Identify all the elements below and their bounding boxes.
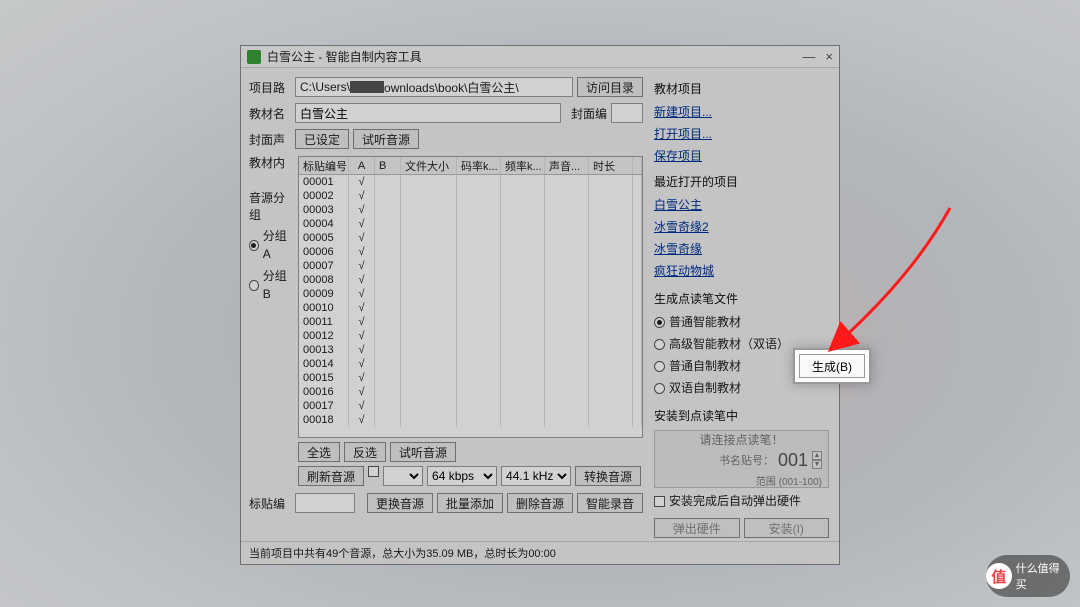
convert-audio-button[interactable]: 转换音源	[575, 466, 641, 486]
radio-off-icon	[249, 280, 259, 291]
table-row[interactable]: 00013√	[299, 343, 642, 357]
preview-audio-button[interactable]: 试听音源	[390, 442, 456, 462]
generate-button-highlight: 生成(B)	[793, 348, 871, 384]
table-row[interactable]: 00005√	[299, 231, 642, 245]
cover-edit-input[interactable]	[611, 103, 643, 123]
table-header: 标贴编号 A B 文件大小 码率k... 频率k... 声音... 时长	[299, 157, 642, 175]
save-project-link[interactable]: 保存项目	[654, 147, 829, 165]
table-body[interactable]: 00001√00002√00003√00004√00005√00006√0000…	[299, 175, 642, 437]
freq-select[interactable]: 44.1 kHz	[501, 466, 571, 486]
table-row[interactable]: 00012√	[299, 329, 642, 343]
generate-section-title: 生成点读笔文件	[654, 290, 829, 307]
window-title: 白雪公主 - 智能自制内容工具	[267, 48, 422, 65]
table-row[interactable]: 00002√	[299, 189, 642, 203]
replace-audio-button[interactable]: 更换音源	[367, 493, 433, 513]
cover-set-button[interactable]: 已设定	[295, 129, 349, 149]
recent-item[interactable]: 冰雪奇缘	[654, 240, 829, 258]
install-section-title: 安装到点读笔中	[654, 407, 829, 424]
refresh-audio-button[interactable]: 刷新音源	[298, 466, 364, 486]
connect-hint: 请连接点读笔！	[661, 431, 822, 448]
cover-preview-button[interactable]: 试听音源	[353, 129, 419, 149]
sticker-input[interactable]	[295, 493, 355, 513]
new-project-link[interactable]: 新建项目...	[654, 103, 829, 121]
recent-item[interactable]: 冰雪奇缘2	[654, 218, 829, 236]
sticker-label: 标贴编	[249, 495, 291, 512]
status-bar: 当前项目中共有49个音源，总大小为35.09 MB，总时长为00:00	[241, 541, 839, 564]
audio-group-label: 音源分组	[249, 189, 290, 223]
name-input[interactable]	[295, 103, 561, 123]
left-pane: 项目路 C:\Users\ownloads\book\白雪公主\ 访问目录 教材…	[241, 68, 647, 541]
delete-audio-button[interactable]: 删除音源	[507, 493, 573, 513]
table-row[interactable]: 00011√	[299, 315, 642, 329]
book-sticker-label: 书名贴号：	[719, 452, 774, 468]
cover-edit-label: 封面编	[571, 105, 607, 122]
table-row[interactable]: 00003√	[299, 203, 642, 217]
group-a-radio[interactable]: 分组A	[249, 227, 290, 263]
convert-mode-select[interactable]	[383, 466, 423, 486]
table-row[interactable]: 00015√	[299, 371, 642, 385]
audio-table: 标贴编号 A B 文件大小 码率k... 频率k... 声音... 时长 000…	[298, 156, 643, 438]
titlebar: 白雪公主 - 智能自制内容工具 — ×	[241, 46, 839, 68]
batch-add-button[interactable]: 批量添加	[437, 493, 503, 513]
path-label: 项目路	[249, 79, 291, 96]
masked-user	[350, 81, 384, 93]
convert-checkbox[interactable]	[368, 466, 379, 477]
app-window: 白雪公主 - 智能自制内容工具 — × 项目路 C:\Users\ownload…	[240, 45, 840, 565]
cover-sound-label: 封面声	[249, 131, 291, 148]
recent-item[interactable]: 疯狂动物城	[654, 262, 829, 280]
bitrate-select[interactable]: 64 kbps	[427, 466, 497, 486]
recent-section-title: 最近打开的项目	[654, 173, 829, 190]
table-row[interactable]: 00018√	[299, 413, 642, 427]
gen-option-0[interactable]: 普通智能教材	[654, 313, 829, 331]
table-row[interactable]: 00001√	[299, 175, 642, 189]
browse-button[interactable]: 访问目录	[577, 77, 643, 97]
minimize-button[interactable]: —	[802, 49, 815, 64]
watermark: 值 什么值得买	[986, 555, 1070, 597]
right-pane: 教材项目 新建项目... 打开项目... 保存项目 最近打开的项目 白雪公主 冰…	[647, 68, 837, 541]
table-row[interactable]: 00007√	[299, 259, 642, 273]
book-sticker-value: 001	[778, 450, 808, 471]
smart-record-button[interactable]: 智能录音	[577, 493, 643, 513]
auto-eject-checkbox[interactable]: 安装完成后自动弹出硬件	[654, 492, 829, 510]
table-row[interactable]: 00006√	[299, 245, 642, 259]
table-row[interactable]: 00004√	[299, 217, 642, 231]
table-row[interactable]: 00014√	[299, 357, 642, 371]
table-row[interactable]: 00016√	[299, 385, 642, 399]
invert-select-button[interactable]: 反选	[344, 442, 386, 462]
open-project-link[interactable]: 打开项目...	[654, 125, 829, 143]
table-row[interactable]: 00010√	[299, 301, 642, 315]
eject-button[interactable]: 弹出硬件	[654, 518, 740, 538]
watermark-icon: 值	[986, 563, 1012, 589]
generate-button[interactable]: 生成(B)	[799, 354, 865, 378]
pen-status-box: 请连接点读笔！ 书名贴号： 001 ▲▼ 范围 (001-100)	[654, 430, 829, 488]
project-section-title: 教材项目	[654, 80, 829, 97]
table-row[interactable]: 00017√	[299, 399, 642, 413]
watermark-text: 什么值得买	[1016, 560, 1070, 592]
recent-item[interactable]: 白雪公主	[654, 196, 829, 214]
close-button[interactable]: ×	[825, 49, 833, 64]
app-icon	[247, 50, 261, 64]
range-hint: 范围 (001-100)	[661, 473, 822, 488]
status-text: 当前项目中共有49个音源，总大小为35.09 MB，总时长为00:00	[249, 548, 556, 560]
material-content-label: 教材内	[249, 154, 290, 171]
table-row[interactable]: 00009√	[299, 287, 642, 301]
path-input[interactable]: C:\Users\ownloads\book\白雪公主\	[295, 77, 573, 97]
install-button[interactable]: 安装(I)	[744, 518, 830, 538]
table-row[interactable]: 00008√	[299, 273, 642, 287]
radio-on-icon	[249, 240, 259, 251]
select-all-button[interactable]: 全选	[298, 442, 340, 462]
group-b-radio[interactable]: 分组B	[249, 267, 290, 303]
sticker-stepper[interactable]: ▲▼	[812, 451, 822, 469]
name-label: 教材名	[249, 105, 291, 122]
